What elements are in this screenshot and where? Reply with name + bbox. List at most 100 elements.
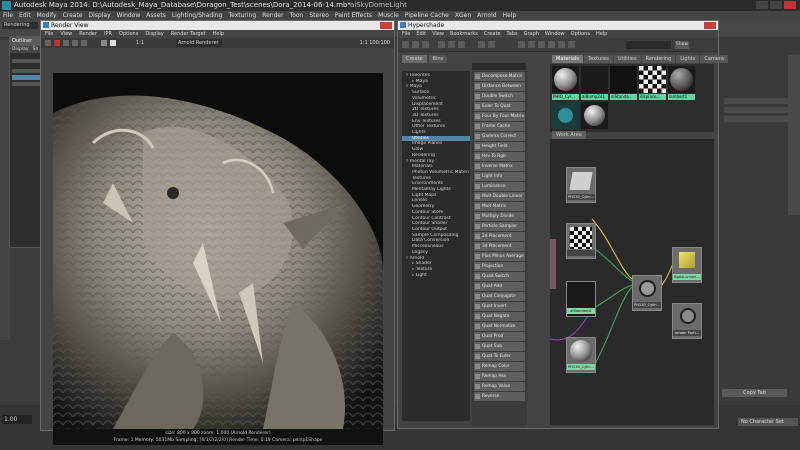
create-node-button[interactable]: Quat Normalize — [474, 322, 525, 331]
swatch-shading-group[interactable] — [552, 102, 579, 129]
render-view-menu-item[interactable]: Help — [213, 30, 224, 38]
create-node-button[interactable]: Quat Negate — [474, 312, 525, 321]
toolbar-button-icon[interactable] — [458, 41, 465, 48]
create-node-button[interactable]: Mult Double Linear — [474, 192, 525, 201]
material-tab[interactable]: Textures — [583, 55, 613, 63]
main-menu-item[interactable]: XGen — [455, 11, 471, 20]
hypershade-menu-item[interactable]: View — [432, 30, 444, 38]
ipr-icon[interactable] — [63, 40, 69, 46]
render-view-menu-item[interactable]: Render Target — [171, 30, 206, 38]
create-node-button[interactable]: Quat Sub — [474, 342, 525, 351]
graph-node-light[interactable]: BgAsLumanl... — [672, 247, 702, 283]
hypershade-filter-input[interactable] — [626, 41, 671, 49]
hypershade-menu-item[interactable]: File — [402, 30, 410, 38]
render-view-menu-item[interactable]: File — [45, 30, 53, 38]
create-node-button[interactable]: Plus Minus Average — [474, 252, 525, 261]
create-node-button[interactable]: Quat Conjugate — [474, 292, 525, 301]
graph-node-checker[interactable] — [566, 223, 596, 259]
hypershade-close-icon[interactable] — [704, 22, 716, 29]
main-menu-item[interactable]: Stereo — [309, 11, 329, 20]
render-icon[interactable] — [45, 40, 51, 46]
toolbar-button-icon[interactable] — [568, 41, 575, 48]
keep-image-icon[interactable] — [81, 40, 87, 46]
create-node-button[interactable]: Reverse — [474, 392, 525, 401]
create-node-button[interactable]: Decompose Matrix — [474, 72, 525, 81]
create-node-button[interactable]: Quat Invert — [474, 302, 525, 311]
node-search-input[interactable] — [472, 63, 526, 70]
renderer-dropdown[interactable]: Arnold Renderer — [176, 39, 222, 47]
create-node-button[interactable]: Height Field — [474, 142, 525, 151]
attribute-editor-tab[interactable] — [788, 55, 800, 215]
render-view-menu-item[interactable]: Display — [145, 30, 163, 38]
tab-work-area[interactable]: Work Area — [552, 131, 586, 139]
main-menu-item[interactable]: Toon — [290, 11, 304, 20]
graph-node-shading-group[interactable]: PH130_Cylin... — [632, 275, 662, 311]
character-set-dropdown[interactable]: No Character Set — [738, 418, 798, 426]
create-node-button[interactable]: Inverse Matrix — [474, 162, 525, 171]
stop-icon[interactable] — [54, 40, 60, 46]
category-item[interactable]: ▹ Light — [402, 273, 470, 279]
hypershade-menu-item[interactable]: Window — [545, 30, 565, 38]
material-tab[interactable]: Lights — [676, 55, 700, 63]
current-time-field[interactable]: 1.00 — [2, 415, 32, 424]
create-node-button[interactable]: Frame Cache — [474, 122, 525, 131]
main-menu-item[interactable]: File — [3, 11, 13, 20]
toolbar-button-icon[interactable] — [438, 41, 445, 48]
hypershade-menu-item[interactable]: Edit — [416, 30, 426, 38]
graph-node-render-partition[interactable]: render Parti... — [672, 303, 702, 339]
create-node-button[interactable]: Luminance — [474, 182, 525, 191]
swatch-sphere[interactable] — [581, 102, 608, 129]
render-view-menu-item[interactable]: Render — [79, 30, 97, 38]
swatch-aibump[interactable] — [581, 66, 608, 93]
outliner-menu-show[interactable]: Sh — [33, 46, 39, 53]
mode-selector[interactable]: Rendering — [2, 22, 38, 29]
hypershade-menu-item[interactable]: Graph — [524, 30, 539, 38]
main-menu-item[interactable]: Muscle — [378, 11, 399, 20]
create-node-button[interactable]: Gamma Correct — [474, 132, 525, 141]
alpha-icon[interactable] — [110, 40, 116, 46]
create-node-button[interactable]: Multiply Divide — [474, 212, 525, 221]
main-menu-item[interactable]: Pipeline Cache — [405, 11, 449, 20]
zoom-label[interactable]: 1:1 — [136, 39, 144, 47]
toolbar-button-icon[interactable] — [518, 41, 525, 48]
toolbar-button-icon[interactable] — [402, 41, 409, 48]
graph-node-aistandard[interactable]: aiStandard1 — [566, 281, 596, 317]
category-item[interactable]: Photon Volumetric Materi — [402, 170, 470, 176]
create-node-button[interactable]: 3d Placement — [474, 242, 525, 251]
create-node-button[interactable]: 2d Placement — [474, 232, 525, 241]
main-menu-item[interactable]: Arnold — [477, 11, 496, 20]
rgb-icon[interactable] — [101, 40, 107, 46]
toolbar-button-icon[interactable] — [478, 41, 485, 48]
main-menu-item[interactable]: Window — [117, 11, 141, 20]
minimize-icon[interactable] — [756, 1, 768, 9]
node-graph[interactable]: PH130_Cylin... aiStandard1 PH130_Cylin..… — [550, 139, 714, 425]
main-menu-item[interactable]: Edit — [19, 11, 31, 20]
hypershade-menu-item[interactable]: Bookmarks — [450, 30, 478, 38]
render-view-menu-item[interactable]: IPR — [104, 30, 112, 38]
toolbar-button-icon[interactable] — [412, 41, 419, 48]
main-menu-item[interactable]: Create — [63, 11, 83, 20]
graph-node-cylinder-2[interactable]: PH130_Cylin... — [566, 337, 596, 373]
main-menu-item[interactable]: Paint Effects — [335, 11, 372, 20]
swatch-displace[interactable] — [639, 66, 666, 93]
create-node-button[interactable]: Double Switch — [474, 92, 525, 101]
hypershade-menu-item[interactable]: Tabs — [507, 30, 518, 38]
swatch-aistandard[interactable] — [610, 66, 637, 93]
create-node-button[interactable]: Projection — [474, 262, 525, 271]
maximize-icon[interactable] — [770, 1, 782, 9]
tab-bins[interactable]: Bins — [428, 55, 448, 63]
create-node-button[interactable]: Mult Matrix — [474, 202, 525, 211]
render-view-close-icon[interactable] — [380, 22, 392, 29]
render-view-menu-item[interactable]: View — [60, 30, 72, 38]
main-menu-item[interactable]: Modify — [37, 11, 57, 20]
material-tab[interactable]: Camera — [700, 55, 728, 63]
toolbar-button-icon[interactable] — [528, 41, 535, 48]
close-icon[interactable] — [784, 1, 796, 9]
create-node-button[interactable]: Distance Between — [474, 82, 525, 91]
create-node-button[interactable]: Remap Value — [474, 382, 525, 391]
snapshot-icon[interactable] — [72, 40, 78, 46]
offscreen-node[interactable] — [550, 239, 556, 289]
create-node-button[interactable]: Quat Add — [474, 282, 525, 291]
tab-create[interactable]: Create — [402, 55, 427, 63]
show-button[interactable]: Show — [675, 41, 689, 49]
